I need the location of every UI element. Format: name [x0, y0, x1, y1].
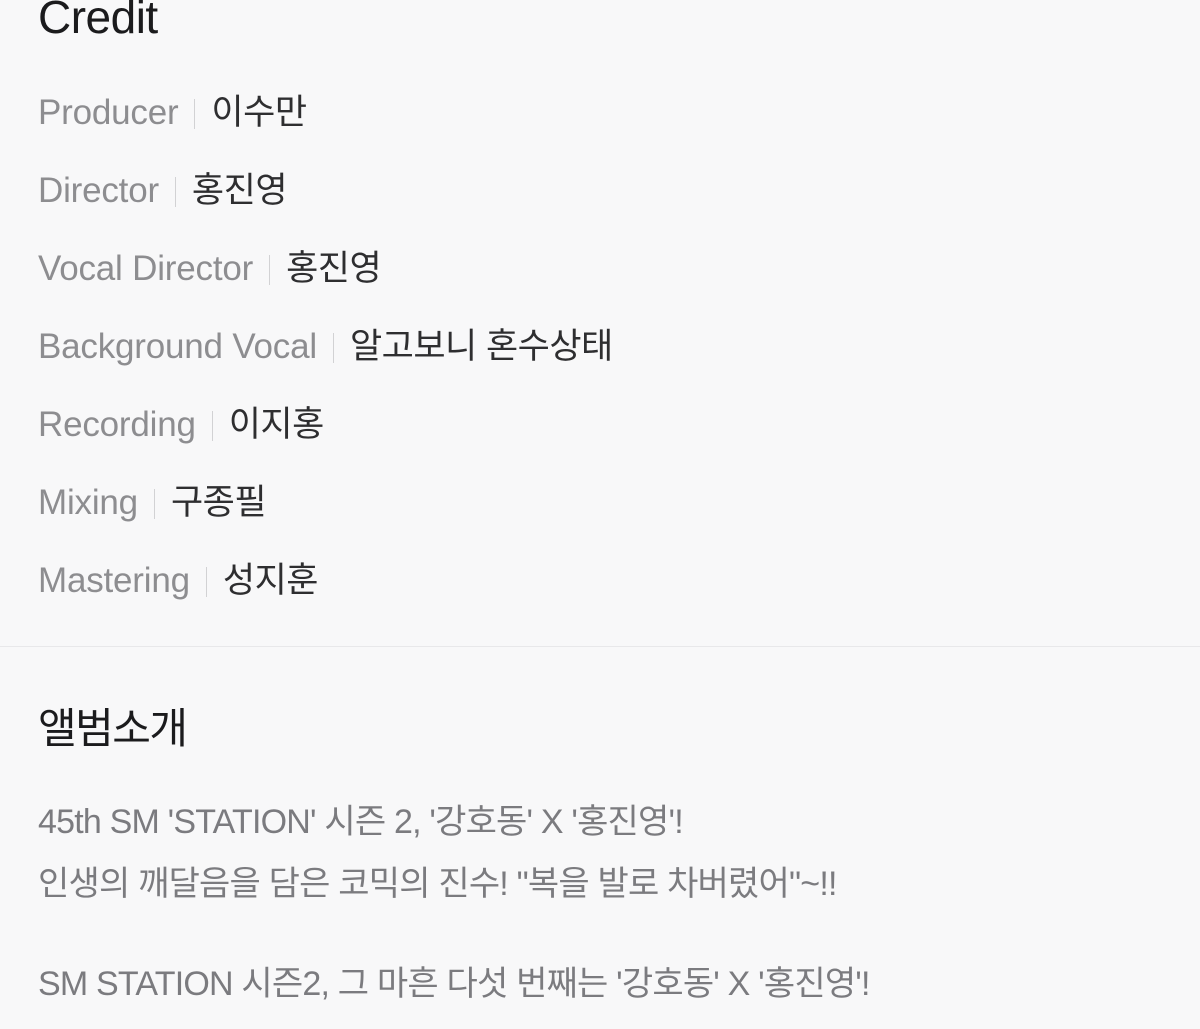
credit-label: Mixing [38, 483, 138, 522]
credit-value: 성지훈 [222, 561, 319, 600]
credit-value: 구종필 [170, 483, 267, 522]
album-detail-page: Credit Producer 이수만 Director 홍진영 Vocal D… [0, 0, 1200, 1029]
credit-row: Mixing 구종필 [0, 464, 1200, 542]
credit-value: 홍진영 [191, 171, 288, 210]
credit-separator-icon [211, 411, 213, 441]
credit-row: Background Vocal 알고보니 혼수상태 [0, 308, 1200, 386]
credit-row: Mastering 성지훈 [0, 542, 1200, 620]
credit-separator-icon [153, 489, 155, 519]
credit-label: Director [38, 171, 159, 210]
credit-separator-icon [269, 255, 271, 285]
album-intro-section: 앨범소개 45th SM 'STATION' 시즌 2, '강호동' X '홍진… [0, 647, 1200, 1015]
album-intro-line: SM STATION 시즌2, 그 마흔 다섯 번째는 '강호동' X '홍진영… [38, 965, 870, 1003]
album-intro-heading: 앨범소개 [38, 705, 188, 752]
credit-value: 알고보니 혼수상태 [349, 327, 613, 366]
credit-section: Credit Producer 이수만 Director 홍진영 Vocal D… [0, 0, 1200, 620]
credit-row: Recording 이지홍 [0, 386, 1200, 464]
album-intro-body: 45th SM 'STATION' 시즌 2, '강호동' X '홍진영'! 인… [0, 757, 1200, 1015]
credit-separator-icon [194, 99, 196, 129]
credit-row: Director 홍진영 [0, 152, 1200, 230]
album-intro-line: 인생의 깨달음을 담은 코믹의 진수! "복을 발로 차버렸어"~!! [38, 865, 837, 903]
credit-row: Vocal Director 홍진영 [0, 230, 1200, 308]
credit-separator-icon [205, 567, 207, 597]
album-intro-line: 45th SM 'STATION' 시즌 2, '강호동' X '홍진영'! [38, 803, 684, 841]
credit-label: Vocal Director [38, 249, 254, 288]
credit-separator-icon [332, 333, 334, 363]
credit-value: 홍진영 [286, 249, 382, 288]
credit-separator-icon [174, 177, 176, 207]
credit-label: Mastering [38, 561, 190, 600]
credit-value: 이지홍 [228, 405, 325, 444]
credit-section-heading: Credit [38, 0, 158, 43]
credit-row: Producer 이수만 [0, 74, 1200, 152]
credit-value: 이수만 [211, 93, 307, 132]
credit-list: Producer 이수만 Director 홍진영 Vocal Director… [0, 48, 1200, 620]
credit-label: Background Vocal [38, 327, 317, 366]
credit-label: Recording [38, 405, 196, 444]
album-intro-line-blank [38, 915, 1200, 953]
credit-label: Producer [38, 93, 179, 132]
